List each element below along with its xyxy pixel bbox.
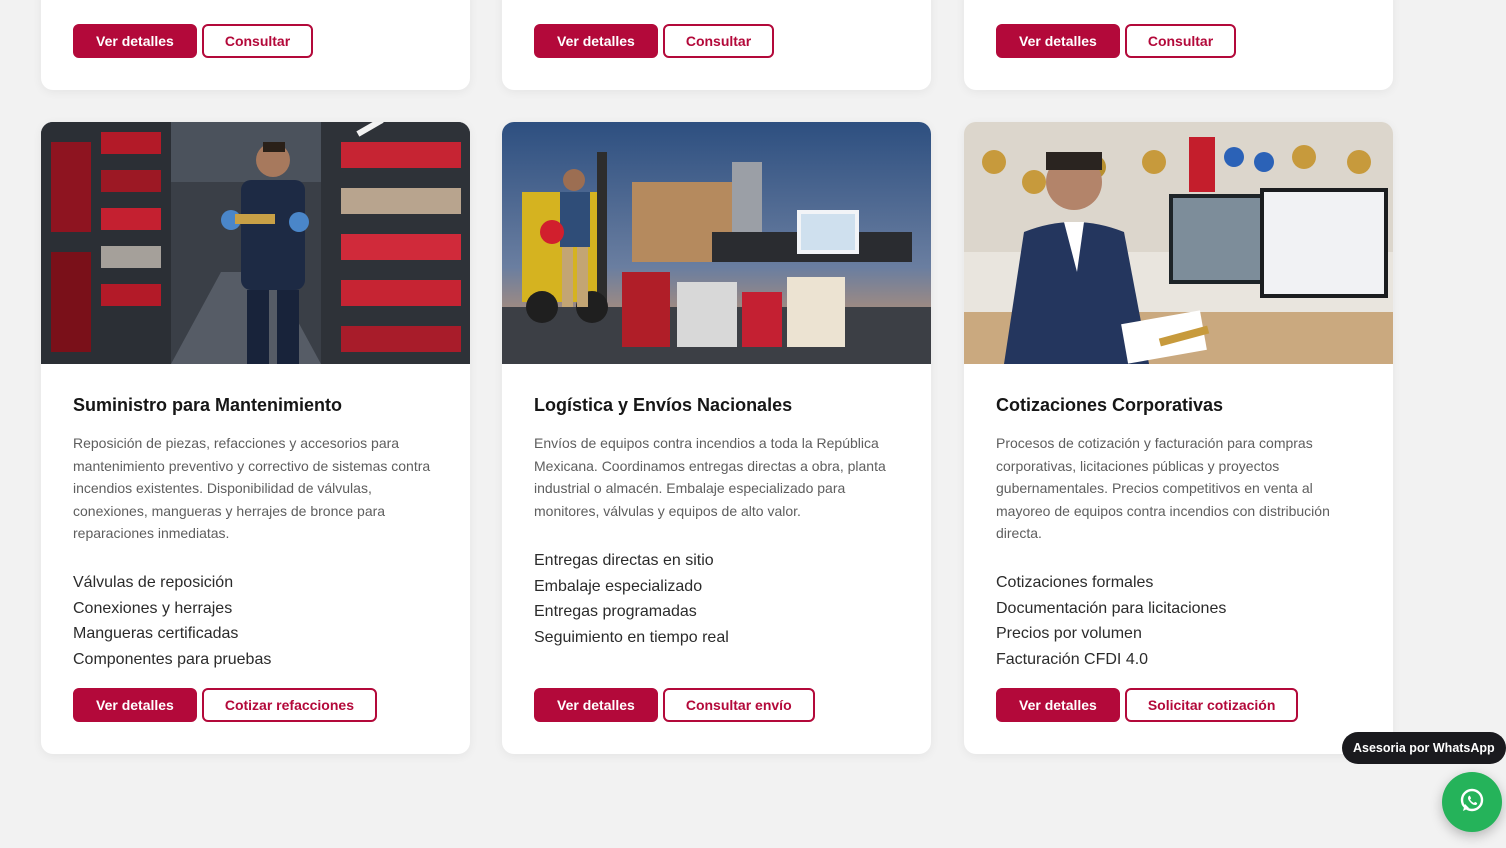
card-actions: Ver detalles Solicitar cotización <box>996 688 1299 722</box>
list-item: Entregas directas en sitio <box>534 552 714 569</box>
service-card-top-2: Ver detalles Consultar <box>502 0 931 90</box>
office-photo <box>964 122 1393 364</box>
list-item: Componentes para pruebas <box>73 650 272 668</box>
solicitar-cotizacion-button[interactable]: Solicitar cotización <box>1124 688 1299 722</box>
list-item: Cotizaciones formales <box>996 574 1154 591</box>
consultar-button[interactable]: Consultar <box>1124 24 1237 58</box>
card-title: Logística y Envíos Nacionales <box>534 395 793 415</box>
ver-detalles-button[interactable]: Ver detalles <box>73 24 197 58</box>
ver-detalles-button[interactable]: Ver detalles <box>73 688 197 722</box>
service-card-logistica: Logística y Envíos Nacionales Envíos de … <box>502 122 931 754</box>
card-actions: Ver detalles Consultar <box>996 24 1237 58</box>
card-actions: Ver detalles Consultar envío <box>534 688 815 722</box>
warehouse-photo <box>41 122 470 364</box>
feature-list: Entregas directas en sitio Embalaje espe… <box>534 548 729 650</box>
consultar-button[interactable]: Consultar <box>201 24 314 58</box>
whatsapp-tooltip[interactable]: Asesoria por WhatsApp <box>1342 732 1506 764</box>
ver-detalles-button[interactable]: Ver detalles <box>996 688 1120 722</box>
list-item: Precios por volumen <box>996 625 1142 642</box>
card-description: Reposición de piezas, refacciones y acce… <box>73 435 431 541</box>
list-item: Documentación para licitaciones <box>996 599 1227 617</box>
card-title: Cotizaciones Corporativas <box>996 395 1224 415</box>
service-card-mantenimiento: Suministro para Mantenimiento Reposición… <box>41 122 470 754</box>
card-description: Envíos de equipos contra incendios a tod… <box>534 435 886 519</box>
logistics-photo <box>502 122 931 364</box>
service-card-top-3: Ver detalles Consultar <box>964 0 1393 90</box>
list-item: Válvulas de reposición <box>73 574 234 591</box>
whatsapp-button[interactable] <box>1442 772 1502 832</box>
list-item: Conexiones y herrajes <box>73 599 233 617</box>
cotizar-refacciones-button[interactable]: Cotizar refacciones <box>201 688 377 722</box>
list-item: Entregas programadas <box>534 603 697 620</box>
whatsapp-icon <box>1459 787 1485 818</box>
service-card-top-1: Ver detalles Consultar <box>41 0 470 90</box>
consultar-envio-button[interactable]: Consultar envío <box>662 688 815 722</box>
card-actions: Ver detalles Cotizar refacciones <box>73 688 377 722</box>
feature-list: Cotizaciones formales Documentación para… <box>996 570 1226 672</box>
card-description: Procesos de cotización y facturación par… <box>996 435 1330 541</box>
list-item: Mangueras certificadas <box>73 625 239 642</box>
ver-detalles-button[interactable]: Ver detalles <box>996 24 1120 58</box>
list-item: Seguimiento en tiempo real <box>534 628 729 646</box>
card-title: Suministro para Mantenimiento <box>73 395 343 415</box>
ver-detalles-button[interactable]: Ver detalles <box>534 24 658 58</box>
card-actions: Ver detalles Consultar <box>73 24 314 58</box>
service-card-cotizaciones: Cotizaciones Corporativas Procesos de co… <box>964 122 1393 754</box>
consultar-button[interactable]: Consultar <box>662 24 775 58</box>
card-actions: Ver detalles Consultar <box>534 24 775 58</box>
ver-detalles-button[interactable]: Ver detalles <box>534 688 658 722</box>
feature-list: Válvulas de reposición Conexiones y herr… <box>73 570 271 672</box>
list-item: Facturación CFDI 4.0 <box>996 650 1149 668</box>
list-item: Embalaje especializado <box>534 577 703 595</box>
